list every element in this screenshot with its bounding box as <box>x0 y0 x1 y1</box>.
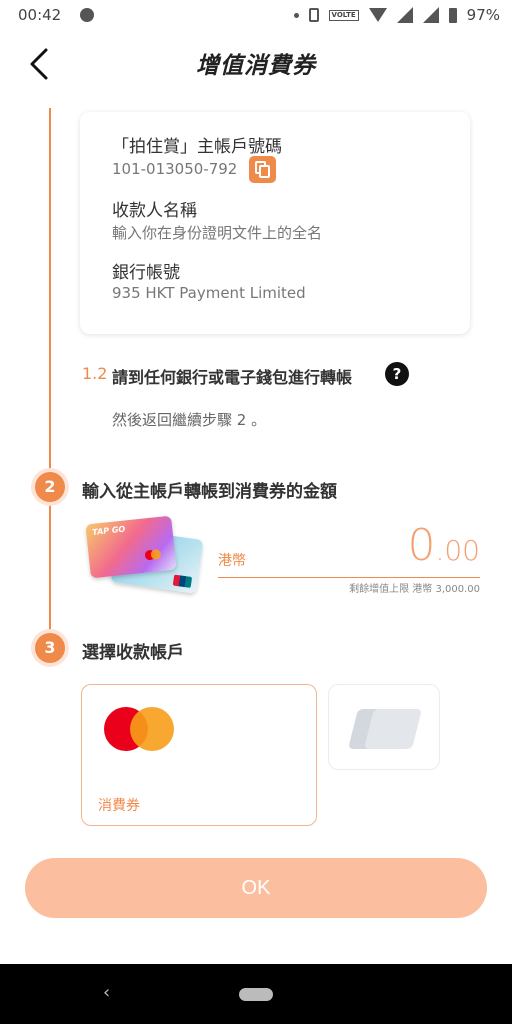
header: 增值消費券 <box>0 32 512 96</box>
voucher-account-option[interactable]: 消費券 <box>81 684 317 826</box>
step-3-title: 選擇收款帳戶 <box>82 643 184 663</box>
home-pill-icon[interactable] <box>239 988 273 1001</box>
navigation-notification-icon <box>80 8 94 22</box>
help-icon[interactable]: ? <box>385 362 409 386</box>
wifi-icon <box>368 8 387 22</box>
other-account-option[interactable] <box>328 684 440 770</box>
bank-account-label: 銀行帳號 <box>112 263 180 283</box>
status-time: 00:42 <box>18 6 62 24</box>
mastercard-small-icon-2 <box>150 548 162 560</box>
payee-value: 輸入你在身份證明文件上的全名 <box>112 224 323 242</box>
payee-label: 收款人名稱 <box>112 201 197 221</box>
voucher-account-label: 消費券 <box>98 798 140 814</box>
amount-input[interactable]: 港幣 0.00 <box>218 520 480 578</box>
signal-2-icon <box>422 7 439 23</box>
main-account-value: 101-013050-792 <box>112 160 238 178</box>
volte-icon: VOLTE <box>328 9 359 21</box>
bank-account-value: 935 HKT Payment Limited <box>112 284 306 302</box>
step-1-2-number: 1.2 <box>82 364 108 383</box>
system-nav-bar: ‹ <box>0 964 512 1024</box>
notification-dot-icon <box>293 12 299 18</box>
status-bar: 00:42 VOLTE 97% <box>0 0 512 32</box>
battery-percent: 97% <box>466 6 500 24</box>
step-3-circle: 3 <box>35 633 65 663</box>
tapgo-logo: TAP GO <box>91 524 126 537</box>
system-back-icon[interactable]: ‹ <box>103 982 110 1003</box>
top-up-limit: 剩餘增值上限 港幣 3,000.00 <box>349 584 480 595</box>
main-account-label: 「拍住賞」主帳戶號碼 <box>112 137 282 157</box>
timeline-line <box>49 108 51 648</box>
amount-value: 0.00 <box>407 520 480 571</box>
copy-icon-front <box>259 165 270 178</box>
copy-button[interactable] <box>249 156 276 183</box>
ok-button[interactable]: OK <box>25 858 487 918</box>
card-placeholder-icon-front <box>364 709 422 749</box>
step-1-2-hint: 然後返回繼續步驟 2 。 <box>112 411 267 429</box>
signal-icon <box>396 7 413 23</box>
mastercard-icon-right <box>130 707 174 751</box>
amount-integer: 0 <box>407 520 436 571</box>
card-tapgo: TAP GO <box>85 515 177 579</box>
amount-decimal: .00 <box>435 534 480 567</box>
unionpay-icon <box>172 574 193 588</box>
cards-illustration: TAP GO <box>84 515 204 594</box>
battery-icon <box>448 7 457 23</box>
account-info-card: 「拍住賞」主帳戶號碼 101-013050-792 收款人名稱 輸入你在身份證明… <box>80 112 470 334</box>
page-title: 增值消費券 <box>196 53 316 79</box>
step-2-title: 輸入從主帳戶轉帳到消費券的金額 <box>82 482 337 502</box>
step-1-2-title: 請到任何銀行或電子錢包進行轉帳 <box>112 368 353 387</box>
currency-label: 港幣 <box>218 553 246 569</box>
vibrate-icon <box>308 8 319 22</box>
step-2-circle: 2 <box>35 472 65 502</box>
status-icons: VOLTE 97% <box>293 6 500 24</box>
